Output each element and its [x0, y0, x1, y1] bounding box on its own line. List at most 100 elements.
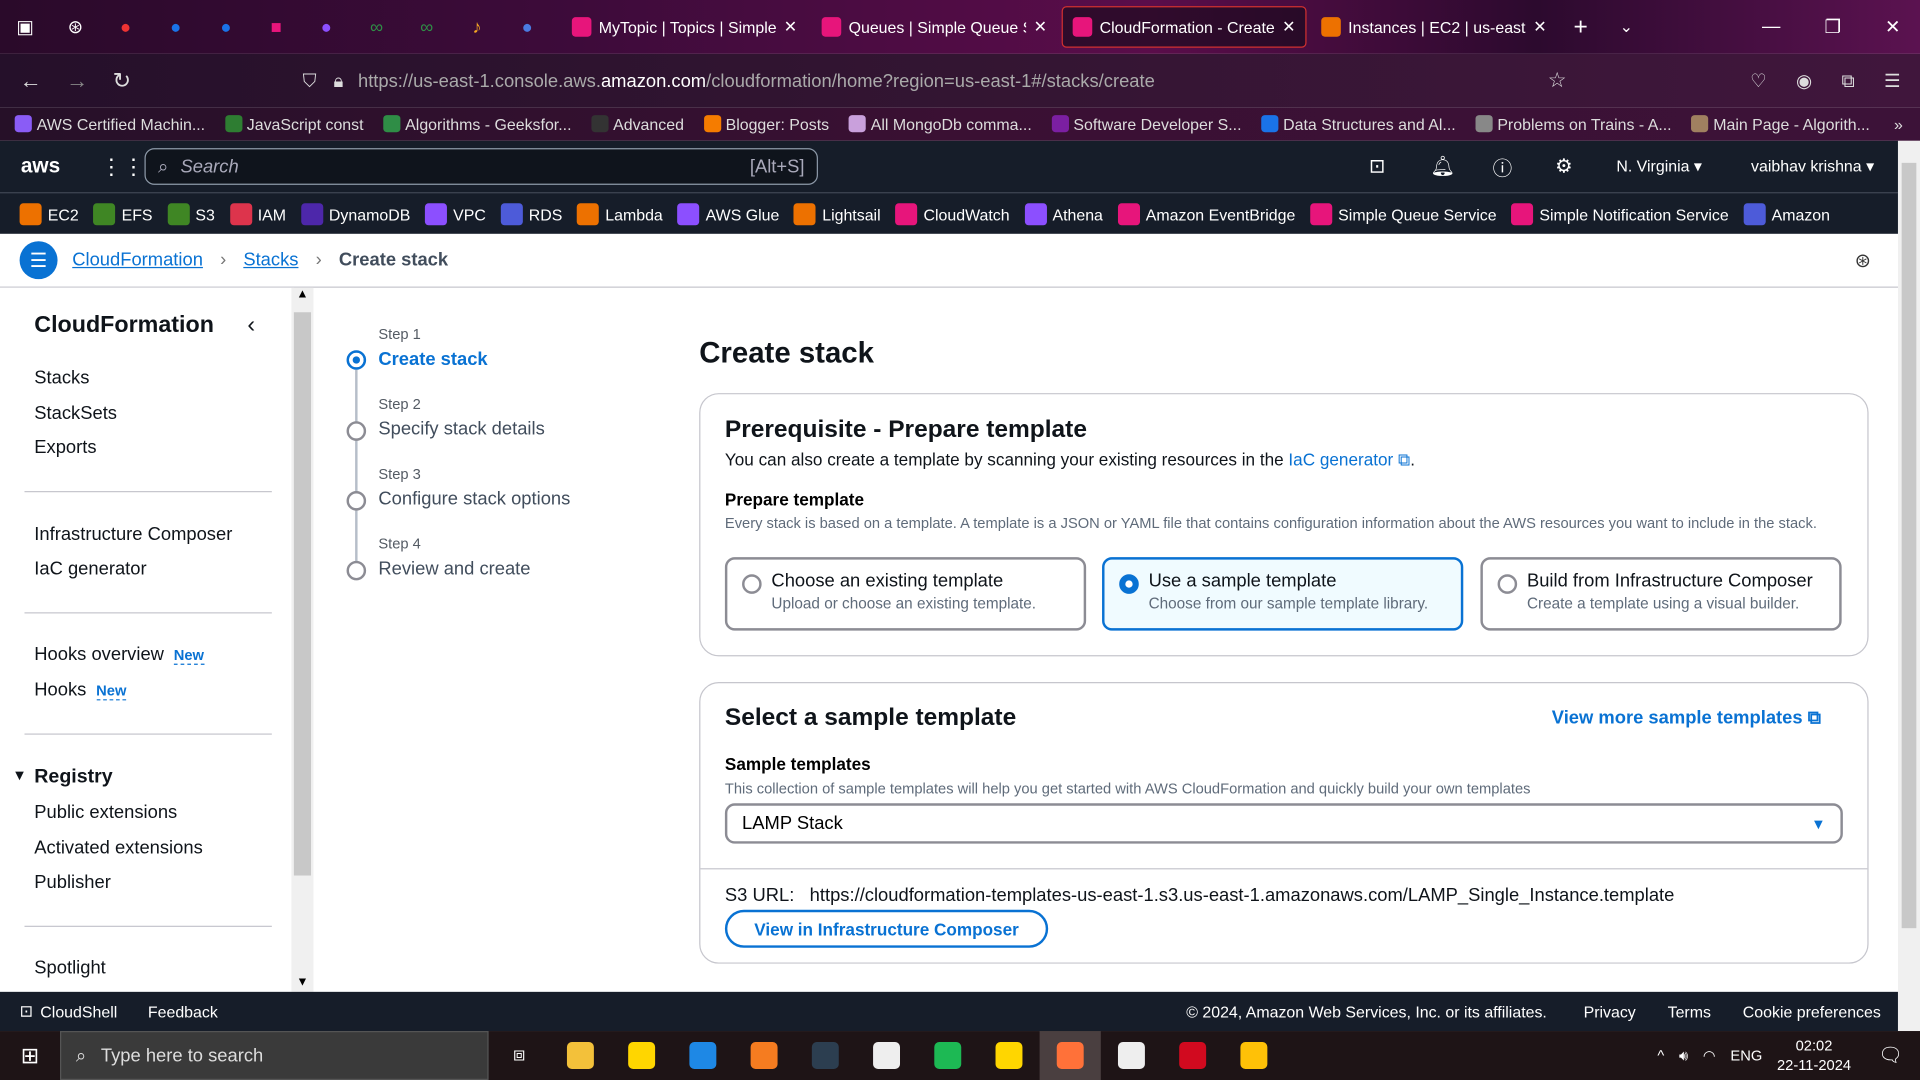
sidebar-item-publisher[interactable]: Publisher: [34, 872, 111, 893]
pinned-tab-icon[interactable]: ●: [301, 17, 351, 38]
close-tab-icon[interactable]: ✕: [1282, 17, 1295, 37]
firefox-icon[interactable]: [1039, 1031, 1101, 1080]
radio-icon[interactable]: [742, 574, 762, 594]
service-shortcut[interactable]: S3: [167, 202, 215, 225]
iac-generator-link[interactable]: IaC generator ⧉: [1288, 449, 1410, 469]
bookmark-item[interactable]: JavaScript const: [224, 115, 364, 133]
pinned-tab-icon[interactable]: ●: [100, 17, 150, 38]
info-panel-icon[interactable]: ⊛: [1855, 248, 1871, 272]
powershell-icon[interactable]: [795, 1031, 856, 1080]
tab-list-chevron-icon[interactable]: ⌄: [1620, 17, 1633, 37]
service-shortcut[interactable]: EFS: [93, 202, 153, 225]
app-b-icon[interactable]: [856, 1031, 917, 1080]
radio-icon[interactable]: [1497, 574, 1518, 594]
service-shortcut[interactable]: Lightsail: [794, 202, 881, 225]
pinned-tab-icon[interactable]: ●: [502, 17, 552, 38]
language-indicator[interactable]: ENG: [1730, 1047, 1762, 1064]
sidebar-item-hooks[interactable]: Hooks New: [34, 680, 127, 701]
service-shortcut[interactable]: Amazon: [1743, 202, 1830, 225]
page-scrollbar[interactable]: [1897, 140, 1920, 1032]
notifications-bell-icon[interactable]: 🔔︎: [1430, 154, 1455, 178]
sidebar-scrollbar[interactable]: ▲ ▼: [291, 287, 314, 992]
cloudshell-icon[interactable]: ⊡: [20, 1002, 33, 1022]
pinned-tab-icon[interactable]: ⊛: [50, 16, 100, 38]
bookmark-item[interactable]: Main Page - Algorith...: [1691, 115, 1870, 133]
service-shortcut[interactable]: RDS: [500, 202, 562, 225]
service-shortcut[interactable]: EC2: [19, 202, 79, 225]
help-icon[interactable]: ⓘ: [1493, 152, 1513, 181]
pinned-tab-icon[interactable]: ●: [151, 17, 201, 38]
cloudshell-button[interactable]: CloudShell: [40, 1002, 117, 1020]
volume-icon[interactable]: 🔊︎: [1679, 1046, 1688, 1064]
lock-icon[interactable]: 🔒︎: [334, 70, 344, 91]
bookmarks-overflow-icon[interactable]: »: [1894, 115, 1903, 133]
pocket-icon[interactable]: ♡: [1750, 70, 1766, 92]
aws-logo[interactable]: aws: [21, 154, 60, 178]
pinned-tab-icon[interactable]: ∞: [351, 17, 401, 38]
view-in-composer-button[interactable]: View in Infrastructure Composer: [724, 909, 1049, 948]
close-tab-icon[interactable]: ✕: [1034, 17, 1047, 37]
task-view-icon[interactable]: ⧈: [489, 1031, 550, 1080]
xampp-icon[interactable]: [733, 1031, 794, 1080]
sample-template-select[interactable]: LAMP Stack ▼: [724, 803, 1843, 844]
pinned-tab-icon[interactable]: ■: [251, 17, 301, 38]
reload-icon[interactable]: ↻: [113, 68, 131, 94]
player-icon[interactable]: [978, 1031, 1039, 1080]
spotify-icon[interactable]: [917, 1031, 978, 1080]
close-tab-icon[interactable]: ✕: [1533, 17, 1546, 37]
extensions-icon[interactable]: ⧉: [1841, 70, 1854, 91]
option-sample-template[interactable]: Use a sample template Choose from our sam…: [1102, 557, 1464, 631]
account-icon[interactable]: ◉: [1796, 70, 1812, 92]
privacy-link[interactable]: Privacy: [1584, 1002, 1636, 1020]
back-icon[interactable]: ←: [20, 68, 42, 94]
collapse-sidebar-icon[interactable]: ‹: [247, 312, 255, 339]
pinned-tab-icon[interactable]: ∞: [402, 17, 452, 38]
service-shortcut[interactable]: Amazon EventBridge: [1117, 202, 1295, 225]
caret-down-icon[interactable]: ▼: [12, 767, 27, 784]
notes-icon[interactable]: [1223, 1031, 1284, 1080]
new-tab-icon[interactable]: +: [1573, 13, 1587, 41]
pinned-tab-icon[interactable]: ♪: [452, 17, 502, 38]
bookmark-item[interactable]: AWS Certified Machin...: [14, 115, 205, 133]
url-field[interactable]: https://us-east-1.console.aws.amazon.com…: [358, 70, 1155, 91]
shield-icon[interactable]: ⛉: [303, 70, 317, 91]
nav-menu-icon[interactable]: ☰: [19, 241, 58, 280]
feedback-link[interactable]: Feedback: [148, 1002, 218, 1020]
close-window-icon[interactable]: ✕: [1885, 16, 1900, 38]
taskbar-search-input[interactable]: ⌕ Type here to search: [60, 1031, 489, 1080]
bookmark-star-icon[interactable]: ☆: [1548, 69, 1567, 93]
search-input[interactable]: ⌕ Search [Alt+S]: [144, 148, 818, 185]
notifications-icon[interactable]: 🗨︎: [1878, 1043, 1903, 1067]
service-shortcut[interactable]: Lambda: [577, 202, 663, 225]
view-more-templates-link[interactable]: View more sample templates ⧉: [1552, 708, 1821, 729]
sidebar-item-stacks[interactable]: Stacks: [34, 367, 89, 388]
sidebar-item-stacksets[interactable]: StackSets: [34, 403, 117, 424]
bookmark-item[interactable]: Data Structures and Al...: [1261, 115, 1456, 133]
browser-tab[interactable]: MyTopic | Topics | Simple N ✕: [562, 6, 807, 48]
user-menu[interactable]: vaibhav krishna ▾: [1751, 157, 1874, 177]
bookmark-item[interactable]: All MongoDb comma...: [848, 115, 1032, 133]
app-b2-icon[interactable]: [1101, 1031, 1162, 1080]
bookmark-item[interactable]: Software Developer S...: [1051, 115, 1242, 133]
service-shortcut[interactable]: Simple Queue Service: [1310, 202, 1497, 225]
sidebar-item-activated-extensions[interactable]: Activated extensions: [34, 838, 202, 859]
service-shortcut[interactable]: IAM: [229, 202, 286, 225]
settings-gear-icon[interactable]: ⚙: [1555, 154, 1573, 178]
bookmark-item[interactable]: Problems on Trains - A...: [1475, 115, 1672, 133]
service-shortcut[interactable]: DynamoDB: [300, 202, 410, 225]
region-selector[interactable]: N. Virginia ▾: [1616, 157, 1702, 177]
bookmark-item[interactable]: Advanced: [591, 115, 684, 133]
cookie-preferences-link[interactable]: Cookie preferences: [1743, 1002, 1881, 1020]
bookmark-item[interactable]: Algorithms - Geeksfor...: [383, 115, 571, 133]
windows-start-icon[interactable]: ⊞: [0, 1043, 60, 1069]
service-shortcut[interactable]: CloudWatch: [895, 202, 1010, 225]
service-shortcut[interactable]: VPC: [425, 202, 486, 225]
sidebar-section-registry[interactable]: Registry: [34, 767, 112, 789]
file-explorer-icon[interactable]: [550, 1031, 611, 1080]
browser-tab[interactable]: CloudFormation - Create St ✕: [1061, 6, 1307, 48]
vscode-icon[interactable]: [672, 1031, 733, 1080]
service-shortcut[interactable]: Athena: [1024, 202, 1103, 225]
forward-icon[interactable]: →: [66, 68, 88, 94]
pinned-tab-icon[interactable]: ●: [201, 17, 251, 38]
cloudshell-icon[interactable]: ⊡: [1369, 154, 1385, 178]
